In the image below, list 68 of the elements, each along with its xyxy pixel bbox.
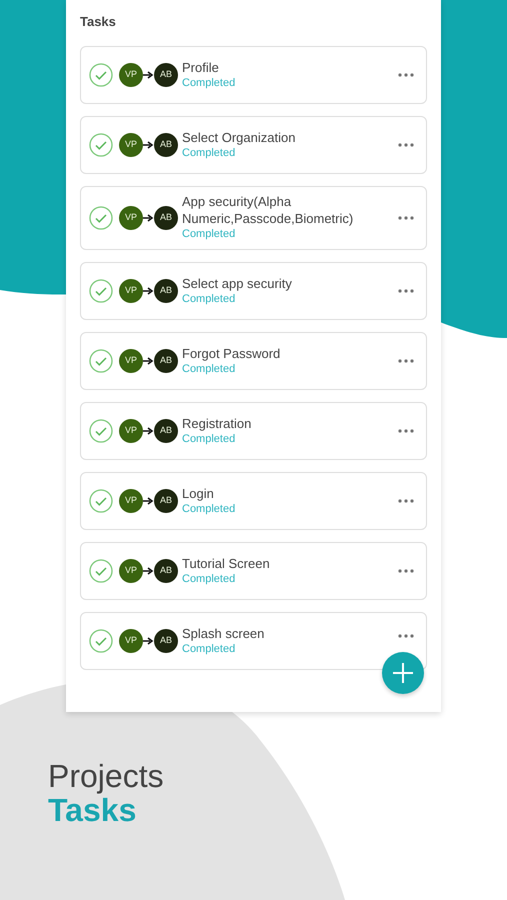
task-title: App security(Alpha Numeric,Passcode,Biometric) xyxy=(182,193,354,227)
task-status: Completed xyxy=(182,362,236,376)
more-icon[interactable] xyxy=(398,216,414,220)
task-status: Completed xyxy=(182,227,236,242)
task-title: Login xyxy=(182,484,215,502)
avatar: AB xyxy=(154,62,178,86)
arrow-icon xyxy=(143,356,154,364)
task-status: Completed xyxy=(182,146,236,160)
avatar: VP xyxy=(119,62,143,86)
avatar: VP xyxy=(119,206,143,230)
arrow-icon xyxy=(143,566,154,574)
task-card[interactable]: VP AB App security(Alpha Numeric,Passcode,Biometric) Completed xyxy=(80,186,427,250)
avatar: VP xyxy=(119,278,143,302)
task-title: Tutorial Screen xyxy=(182,554,271,572)
arrow-icon xyxy=(143,140,154,148)
avatar: AB xyxy=(154,418,178,442)
task-card[interactable]: VP AB Login Completed xyxy=(80,472,427,530)
caption-title: Projects xyxy=(48,759,165,793)
arrow-icon xyxy=(143,426,154,434)
avatar: AB xyxy=(154,628,178,652)
task-card[interactable]: VP AB Registration Completed xyxy=(80,402,427,460)
more-icon[interactable] xyxy=(398,358,414,362)
more-icon[interactable] xyxy=(398,428,414,432)
task-card[interactable]: VP AB Select app security Completed xyxy=(80,262,427,320)
task-title: Profile xyxy=(182,58,220,76)
task-card[interactable]: VP AB Select Organization Completed xyxy=(80,116,427,174)
avatar: AB xyxy=(154,132,178,156)
more-icon[interactable] xyxy=(398,288,414,292)
add-button[interactable] xyxy=(382,652,424,694)
task-title: Select app security xyxy=(182,274,293,292)
more-icon[interactable] xyxy=(398,142,414,146)
arrow-icon xyxy=(143,214,154,222)
task-title: Select Organization xyxy=(182,128,296,146)
avatar: AB xyxy=(154,278,178,302)
avatar: VP xyxy=(119,418,143,442)
card-title: Tasks xyxy=(80,13,117,31)
avatar: AB xyxy=(154,558,178,582)
task-title: Splash screen xyxy=(182,624,266,642)
avatar: VP xyxy=(119,132,143,156)
task-status: Completed xyxy=(182,642,236,656)
task-title: Forgot Password xyxy=(182,344,282,362)
plus-icon xyxy=(393,663,413,683)
avatar: AB xyxy=(154,488,178,512)
avatar: VP xyxy=(119,488,143,512)
more-icon[interactable] xyxy=(398,72,414,76)
task-status: Completed xyxy=(182,572,236,586)
avatar: AB xyxy=(154,206,178,230)
arrow-icon xyxy=(143,70,154,78)
task-card[interactable]: VP AB Forgot Password Completed xyxy=(80,332,427,390)
avatar: AB xyxy=(154,348,178,372)
avatar: VP xyxy=(119,348,143,372)
more-icon[interactable] xyxy=(398,568,414,572)
task-status: Completed xyxy=(182,292,236,306)
arrow-icon xyxy=(143,286,154,294)
more-icon[interactable] xyxy=(398,498,414,502)
arrow-icon xyxy=(143,636,154,644)
avatar: VP xyxy=(119,628,143,652)
task-card[interactable]: VP AB Splash screen Completed xyxy=(80,612,427,670)
task-status: Completed xyxy=(182,432,236,446)
task-status: Completed xyxy=(182,76,236,90)
caption-subtitle: Tasks xyxy=(48,793,136,827)
task-status: Completed xyxy=(182,502,236,516)
task-card[interactable]: VP AB Profile Completed xyxy=(80,46,427,104)
task-title: Registration xyxy=(182,414,252,432)
more-icon[interactable] xyxy=(398,634,414,638)
task-card[interactable]: VP AB Tutorial Screen Completed xyxy=(80,542,427,600)
arrow-icon xyxy=(143,496,154,504)
avatar: VP xyxy=(119,558,143,582)
